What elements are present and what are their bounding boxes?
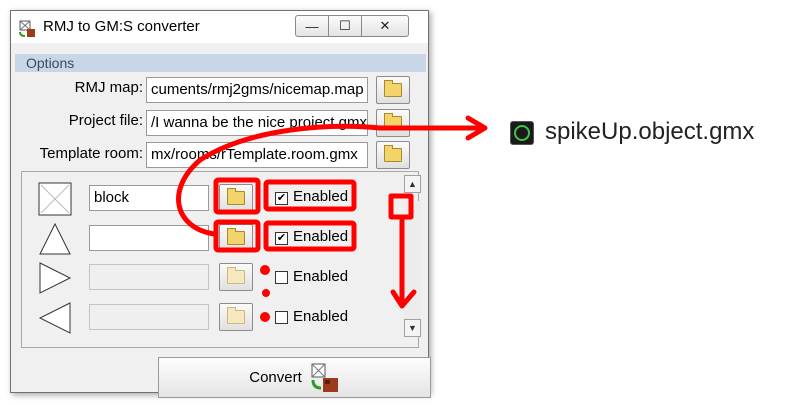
enabled-label: Enabled [293,268,349,285]
rmj-map-label: RMJ map: [74,79,143,96]
enabled-checkbox[interactable]: ✔ [275,192,288,205]
spike-right-icon [39,262,72,294]
enabled-label: Enabled [293,308,349,325]
spike-up-icon [39,222,71,255]
block-icon [38,182,72,216]
enabled-checkbox[interactable] [275,311,288,324]
mapping-browse-button[interactable] [219,263,253,291]
folder-icon [384,145,402,162]
enabled-label: Enabled [293,228,349,245]
window-title: RMJ to GM:S converter [43,18,200,35]
folder-icon [227,267,245,284]
convert-label: Convert [249,369,302,386]
convert-button[interactable]: Convert [158,357,431,398]
enabled-checkbox[interactable] [275,271,288,284]
title-bar[interactable]: RMJ to GM:S converter — ☐ ✕ [11,11,428,43]
arrow-head-right [465,115,488,141]
project-file-label: Project file: [68,112,143,129]
folder-icon [227,188,245,205]
scroll-up-button[interactable]: ▲ [404,175,421,193]
rmj-map-field[interactable]: cuments/rmj2gms/nicemap.map [146,77,368,103]
mapping-browse-button[interactable] [219,224,253,252]
mapping-object-field[interactable] [89,264,209,290]
close-button[interactable]: ✕ [361,15,409,37]
spike-left-icon [38,302,71,334]
folder-icon [384,113,402,130]
enabled-label: Enabled [293,188,349,205]
mapping-object-field[interactable]: block [89,185,209,211]
project-file-browse-button[interactable] [376,109,410,137]
converter-window: RMJ to GM:S converter — ☐ ✕ Options RMJ … [10,10,431,398]
convert-icon [311,363,338,392]
scroll-down-button[interactable]: ▼ [404,319,421,337]
folder-icon [227,307,245,324]
scrollbar-track[interactable] [404,201,421,329]
template-room-label: Template room: [39,145,143,162]
folder-icon [227,228,245,245]
folder-icon [384,80,402,97]
options-section-header: Options [15,54,426,72]
annotation-file-name: spikeUp.object.gmx [545,118,755,145]
mapping-browse-button[interactable] [219,184,253,212]
mapping-browse-button[interactable] [219,303,253,331]
mapping-object-field[interactable] [89,304,209,330]
enabled-checkbox[interactable]: ✔ [275,232,288,245]
minimize-button[interactable]: — [295,15,329,37]
maximize-button[interactable]: ☐ [328,15,362,37]
template-room-browse-button[interactable] [376,141,410,169]
app-icon [19,20,35,37]
mapping-object-field[interactable] [89,225,209,251]
project-file-field[interactable]: /I wanna be the nice project.gmx [146,110,368,136]
rmj-map-browse-button[interactable] [376,76,410,104]
gamemaker-object-icon [510,121,534,145]
template-room-field[interactable]: mx/rooms/rTemplate.room.gmx [146,142,368,168]
